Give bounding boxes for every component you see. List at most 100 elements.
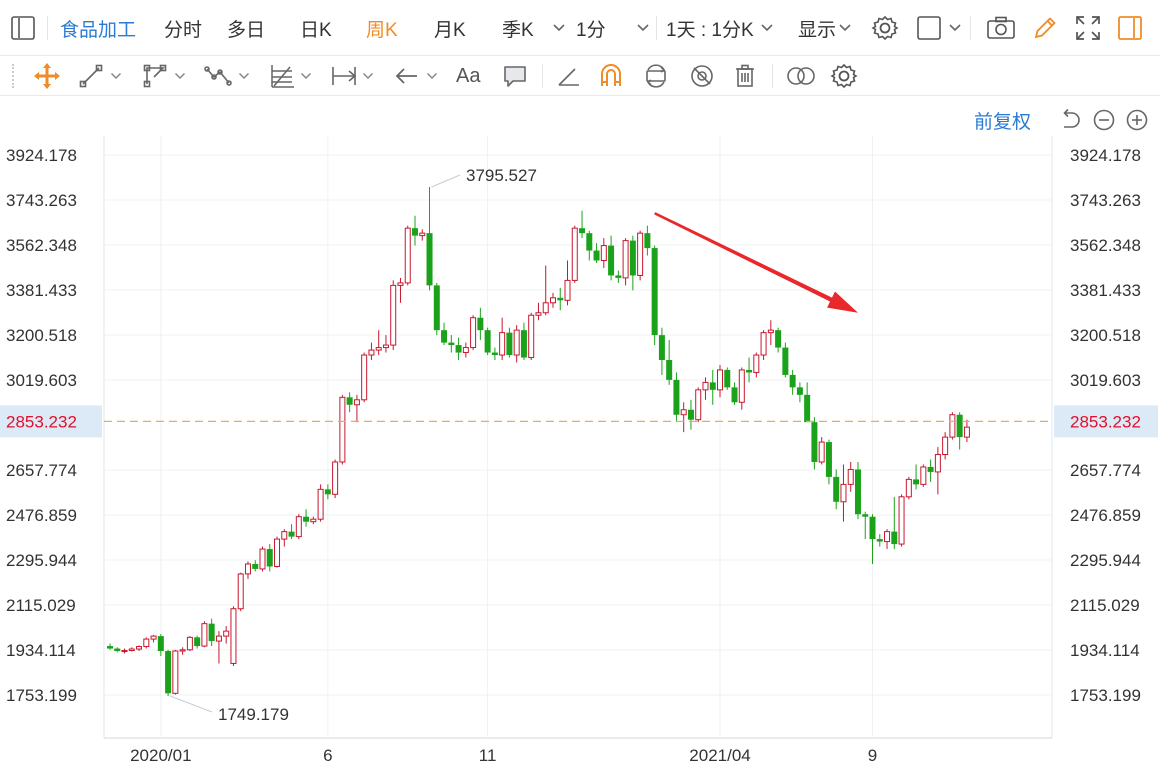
candle-body [419,232,426,237]
fib-icon[interactable] [268,62,312,90]
candle-body [615,275,622,278]
candle [840,464,847,522]
candle-body [259,548,266,570]
candle [804,382,811,423]
candle-body [717,369,724,391]
ruler-icon[interactable] [556,62,582,90]
candle-body [375,347,382,351]
polyline-icon[interactable] [142,62,186,90]
candle [528,312,535,361]
tab-zhouk[interactable]: 周K [366,0,398,56]
candle [586,230,593,261]
minute-select-chevron[interactable] [636,0,650,56]
candle [143,637,150,649]
candle-body [426,233,433,286]
link-icon[interactable] [786,62,816,90]
layout-select[interactable] [916,0,962,56]
chart-overlay: 2853.232 2853.232 3795.527 1749.179 [0,166,1158,724]
candle [876,534,883,547]
candle-body [687,409,694,420]
candle [789,369,796,395]
candle-body [230,608,237,664]
candle [506,327,513,358]
candle-body [651,248,658,336]
tab-duori[interactable]: 多日 [227,0,265,56]
settings-icon[interactable] [830,62,858,90]
pencil-icon[interactable] [1032,0,1058,56]
y-tick-label: 2115.029 [6,596,76,615]
candle-body [295,516,302,538]
candle [361,352,368,403]
display-select[interactable]: 显示 [798,0,852,56]
candle [695,387,702,423]
arrow-icon[interactable] [394,62,438,90]
right-panel-toggle-icon[interactable] [1116,0,1144,56]
tab-jik[interactable]: 季K [502,0,534,56]
y-tick-label: 3924.178 [1070,146,1141,165]
chevron-down-icon [426,72,438,80]
candle-body [128,648,135,652]
candle-body [382,344,389,349]
candlestick-chart[interactable]: 3924.178 3743.263 3562.348 3381.433 3200.518… [0,100,1160,780]
candle-body [266,549,273,567]
low-label: 1749.179 [218,705,289,724]
candle-body [194,637,201,647]
range-icon[interactable] [330,62,374,90]
move-icon[interactable] [32,62,62,90]
candle-body [898,496,905,545]
high-leader-line [431,174,461,188]
candle-body [629,240,636,276]
candle [557,287,564,311]
settings-gear-icon[interactable] [871,0,899,56]
candle-body [353,399,360,406]
sidebar-toggle-icon[interactable] [10,0,36,56]
trash-icon[interactable] [732,62,758,90]
candle [934,447,941,495]
candle-body [789,374,796,388]
range-select[interactable]: 1天 : 1分K [666,0,774,56]
candle [913,464,920,490]
y-tick-label: 2657.774 [6,461,77,480]
reset-icon[interactable] [1058,106,1082,134]
tab-rik[interactable]: 日K [300,0,332,56]
candle [615,270,622,283]
candle-body [942,436,949,456]
zoom-out-icon[interactable] [1092,106,1116,134]
wave-icon[interactable] [204,62,250,90]
y-tick-label: 1934.114 [1070,641,1140,660]
comment-icon[interactable] [502,62,528,90]
y-tick-label: 3924.178 [6,146,77,165]
magnet-icon[interactable] [598,62,624,90]
candle-body [571,227,578,281]
candle-body [107,646,113,649]
stock-name[interactable]: 食品加工 [60,0,136,56]
y-tick-label: 3562.348 [6,236,77,255]
display-select-label: 显示 [798,19,837,41]
y-tick-label: 1753.199 [1070,686,1141,705]
minute-select[interactable]: 1分 [552,0,606,56]
candle-body [455,345,462,353]
candle-body [579,228,586,234]
candle [462,342,469,358]
candle-body [223,630,230,637]
zoom-in-icon[interactable] [1125,106,1149,134]
line-icon[interactable] [78,62,122,90]
candle-body [746,369,753,373]
candle [419,229,426,241]
tab-yuek[interactable]: 月K [434,0,466,56]
candle [390,280,397,351]
fullscreen-icon[interactable] [1074,0,1102,56]
main-toolbar: 食品加工 分时 多日 日K 周K 月K 季K 1分 1天 : 1分K 显示 [0,0,1160,56]
candle [484,327,491,356]
fuquan-select[interactable]: 前复权 [974,106,1031,134]
candle [288,524,295,540]
sync-icon[interactable] [642,62,670,90]
hide-icon[interactable] [688,62,716,90]
camera-icon[interactable] [986,0,1016,56]
y-tick-label: 3200.518 [1070,326,1141,345]
low-leader-line [169,695,213,713]
tab-fenshi[interactable]: 分时 [164,0,202,56]
text-icon[interactable]: Aa [456,62,480,90]
chevron-down-icon [174,72,186,80]
candle [854,461,861,520]
